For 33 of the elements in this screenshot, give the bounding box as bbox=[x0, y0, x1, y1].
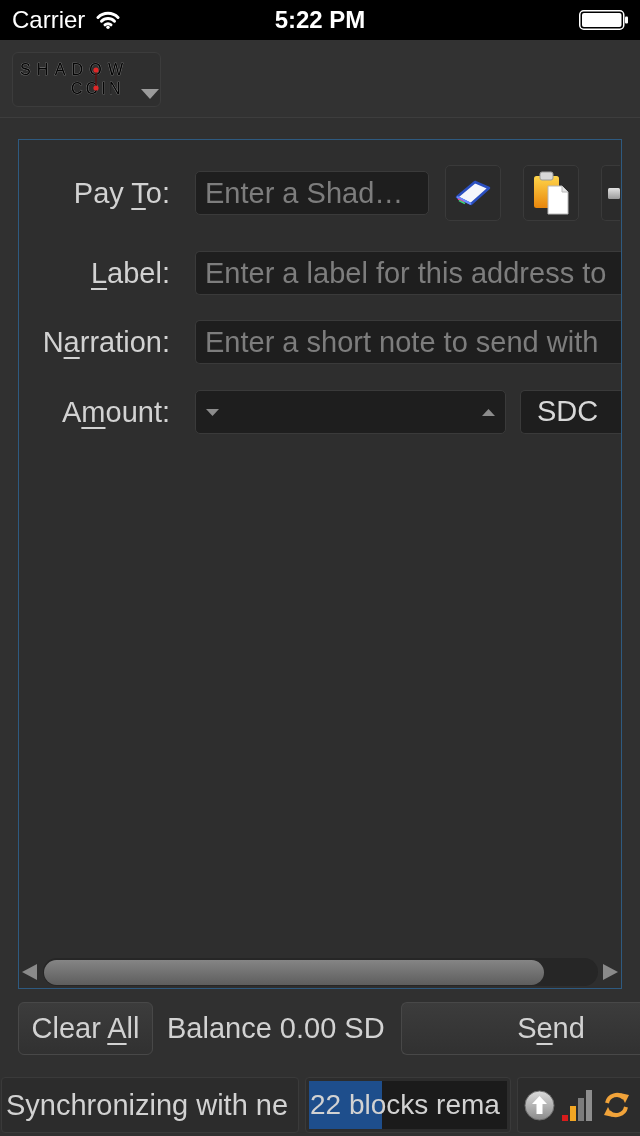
clear-all-button[interactable]: Clear All bbox=[18, 1002, 153, 1055]
balance-label: Balance bbox=[167, 1014, 272, 1043]
text-input[interactable]: Enter a short note to send with bbox=[195, 320, 621, 364]
scrollbar-thumb[interactable] bbox=[44, 959, 544, 985]
caret-icon bbox=[141, 89, 159, 99]
down-arrow-icon[interactable] bbox=[206, 408, 219, 416]
field-label: Narration: bbox=[41, 327, 170, 357]
scroll-left-icon[interactable] bbox=[22, 964, 37, 980]
battery-icon bbox=[579, 10, 628, 30]
text-input[interactable]: Enter a label for this address to bbox=[195, 251, 621, 295]
scroll-right-icon[interactable] bbox=[603, 964, 618, 980]
tile-icon bbox=[608, 187, 620, 199]
signal-bars-icon[interactable] bbox=[562, 1089, 594, 1121]
clipboard-icon bbox=[533, 171, 569, 215]
unit-dropdown[interactable]: SDC bbox=[520, 390, 621, 434]
book-icon bbox=[455, 179, 491, 207]
balance-value: 0.00 SD bbox=[279, 1014, 385, 1043]
clipped-button[interactable] bbox=[601, 165, 620, 221]
sync-icon[interactable] bbox=[603, 1091, 630, 1119]
status-message: Synchronizing with ne bbox=[1, 1077, 299, 1133]
address-input[interactable]: Enter a Shad… bbox=[195, 171, 429, 215]
carrier-label: Carrier bbox=[12, 8, 86, 32]
wifi-icon bbox=[96, 11, 121, 29]
time-label: 5:22 PM bbox=[274, 8, 366, 32]
field-label: Amount: bbox=[61, 397, 170, 427]
field-label: Pay To: bbox=[72, 178, 170, 208]
up-arrow-icon[interactable] bbox=[482, 408, 495, 416]
send-button[interactable]: Send bbox=[401, 1002, 640, 1055]
address-book-button[interactable] bbox=[445, 165, 501, 221]
up-arrow-circle-icon[interactable] bbox=[524, 1089, 555, 1121]
paste-button[interactable] bbox=[523, 165, 579, 221]
field-label: Label: bbox=[89, 258, 170, 288]
scrollbar-track[interactable] bbox=[43, 958, 598, 986]
